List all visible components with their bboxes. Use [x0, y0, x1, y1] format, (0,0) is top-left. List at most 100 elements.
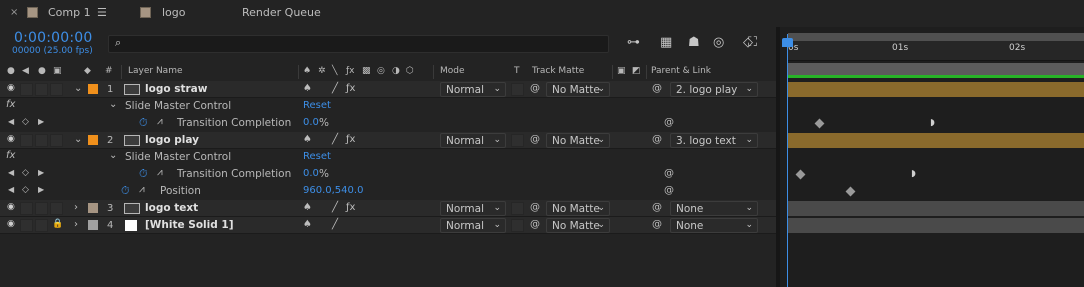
effects-icon[interactable]: ƒx: [346, 67, 355, 76]
label-color[interactable]: [88, 203, 98, 213]
chevron-down-icon[interactable]: ⌄: [74, 135, 82, 145]
layer-duration-bar[interactable]: [788, 82, 1084, 97]
label-color[interactable]: [88, 84, 98, 94]
layer-duration-bar[interactable]: [788, 201, 1084, 216]
draft-3d-icon[interactable]: ▦: [660, 36, 672, 49]
property-value[interactable]: 0.0: [303, 118, 319, 128]
shy-switch-icon[interactable]: ♠: [303, 203, 312, 213]
keyframe-icon[interactable]: [845, 186, 856, 197]
quality-switch-icon[interactable]: ╱: [332, 220, 338, 230]
effect-row[interactable]: fx ⌄ Slide Master Control Reset: [0, 149, 776, 166]
parent-dropdown[interactable]: 3. logo text ⌄: [670, 133, 758, 148]
tab-render-queue[interactable]: Render Queue: [242, 7, 321, 18]
shy-switch-icon[interactable]: ♠: [303, 84, 312, 94]
next-keyframe-icon[interactable]: ▶: [38, 186, 44, 194]
quality-icon[interactable]: ╲: [332, 67, 337, 76]
fx-switch-icon[interactable]: ƒx: [346, 203, 355, 213]
reset-link[interactable]: Reset: [303, 152, 331, 162]
col-layer-name[interactable]: Layer Name: [128, 67, 183, 76]
shy-layers-icon[interactable]: ☗: [688, 36, 700, 49]
property-row[interactable]: ◀ ◇ ▶ ⏱ ⩘ Transition Completion 0.0 % @: [0, 166, 776, 183]
col-t[interactable]: T: [514, 67, 520, 76]
collapse-icon[interactable]: ✲: [318, 67, 326, 76]
col-mode[interactable]: Mode: [440, 67, 465, 76]
col-track-matte[interactable]: Track Matte: [532, 67, 584, 76]
preserve-transparency-switch[interactable]: [511, 134, 524, 147]
lock-icon[interactable]: 🔒: [52, 220, 63, 229]
chevron-right-icon[interactable]: ›: [74, 203, 78, 213]
pickwhip-icon[interactable]: @: [530, 84, 540, 94]
add-keyframe-icon[interactable]: ◇: [22, 118, 29, 127]
layer-row[interactable]: ◉ 🔒 › 4 [White Solid 1] ♠ ╱ Normal ⌄ @ No…: [0, 217, 776, 234]
graph-icon[interactable]: ⛶: [748, 36, 757, 49]
track-matte-dropdown[interactable]: No Matte ⌄: [546, 218, 610, 233]
lock-switch[interactable]: [50, 202, 63, 215]
col-parent-link[interactable]: Parent & Link: [651, 67, 711, 76]
frame-blending-icon[interactable]: ▩: [362, 67, 371, 76]
parent-pickwhip-icon[interactable]: @: [652, 84, 662, 94]
layer-row[interactable]: ◉ › 3 logo text ♠ ╱ ƒx Normal ⌄ @ No Matt…: [0, 200, 776, 217]
prev-keyframe-icon[interactable]: ◀: [8, 118, 14, 126]
parent-pickwhip-icon[interactable]: @: [652, 220, 662, 230]
eye-icon[interactable]: ◉: [7, 220, 15, 229]
close-tab-icon[interactable]: ×: [10, 8, 18, 18]
parent-dropdown[interactable]: None ⌄: [670, 201, 758, 216]
track-matte-dropdown[interactable]: No Matte ⌄: [546, 133, 610, 148]
audio-toggle-icon[interactable]: ◀: [22, 67, 29, 76]
3d-layer-icon[interactable]: ⬡: [406, 67, 414, 76]
preserve-transparency-switch[interactable]: [511, 219, 524, 232]
pickwhip-icon[interactable]: @: [530, 203, 540, 213]
playhead-handle[interactable]: [782, 38, 793, 47]
video-toggle-icon[interactable]: ●: [7, 67, 15, 76]
lock-switch[interactable]: [50, 134, 63, 147]
shy-icon[interactable]: ♠: [303, 67, 311, 76]
timeline-panel[interactable]: 0s 01s 02s ◗ ◗: [780, 27, 1084, 287]
pickwhip-icon[interactable]: @: [530, 220, 540, 230]
keyframe-icon[interactable]: ◗: [930, 119, 935, 128]
pickwhip-icon[interactable]: @: [530, 135, 540, 145]
keyframe-icon[interactable]: [795, 169, 806, 180]
stopwatch-icon[interactable]: ⏱: [139, 168, 148, 179]
shy-switch-icon[interactable]: ♠: [303, 220, 312, 230]
property-value[interactable]: 960.0,540.0: [303, 186, 363, 196]
audio-switch[interactable]: [20, 83, 33, 96]
parent-dropdown[interactable]: 2. logo play ⌄: [670, 82, 758, 97]
track-matte-dropdown[interactable]: No Matte ⌄: [546, 201, 610, 216]
navigator-bar[interactable]: [788, 33, 1084, 41]
solo-switch[interactable]: [35, 219, 48, 232]
mode-dropdown[interactable]: Normal ⌄: [440, 201, 506, 216]
solo-toggle-icon[interactable]: ●: [38, 67, 46, 76]
parent-pickwhip-icon[interactable]: @: [652, 203, 662, 213]
eye-icon[interactable]: ◉: [7, 84, 15, 93]
tab-comp-1[interactable]: Comp 1: [48, 7, 91, 18]
graph-icon[interactable]: ⩘: [139, 185, 145, 195]
audio-switch[interactable]: [20, 202, 33, 215]
solo-switch[interactable]: [35, 134, 48, 147]
stopwatch-icon[interactable]: ⏱: [121, 185, 130, 196]
motion-blur-col-icon[interactable]: ◎: [377, 67, 385, 76]
prev-keyframe-icon[interactable]: ◀: [8, 169, 14, 177]
search-input[interactable]: ⌕: [108, 35, 609, 53]
property-row[interactable]: ◀ ◇ ▶ ⏱ ⩘ Transition Completion 0.0 % @: [0, 115, 776, 132]
track-matte-dropdown[interactable]: No Matte ⌄: [546, 82, 610, 97]
effect-name[interactable]: Slide Master Control: [125, 152, 231, 163]
keyframe-icon[interactable]: [814, 118, 825, 129]
layer-name[interactable]: logo text: [145, 203, 198, 214]
graph-icon[interactable]: ⩘: [157, 117, 163, 127]
work-area-bar[interactable]: [788, 63, 1084, 75]
tab-menu-icon[interactable]: ☰: [97, 7, 107, 18]
parent-pickwhip-icon[interactable]: @: [652, 135, 662, 145]
eye-icon[interactable]: ◉: [7, 135, 15, 144]
stopwatch-icon[interactable]: ⏱: [139, 117, 148, 128]
lock-toggle-icon[interactable]: ▣: [53, 67, 62, 76]
reset-link[interactable]: Reset: [303, 101, 331, 111]
solo-switch[interactable]: [35, 83, 48, 96]
chevron-down-icon[interactable]: ⌄: [109, 100, 117, 110]
fx-switch-icon[interactable]: ƒx: [346, 84, 355, 94]
mode-dropdown[interactable]: Normal ⌄: [440, 133, 506, 148]
property-value[interactable]: 0.0: [303, 169, 319, 179]
current-time-indicator[interactable]: [787, 34, 788, 287]
mode-dropdown[interactable]: Normal ⌄: [440, 82, 506, 97]
label-column-icon[interactable]: ◆: [84, 67, 91, 76]
quality-switch-icon[interactable]: ╱: [332, 203, 338, 213]
